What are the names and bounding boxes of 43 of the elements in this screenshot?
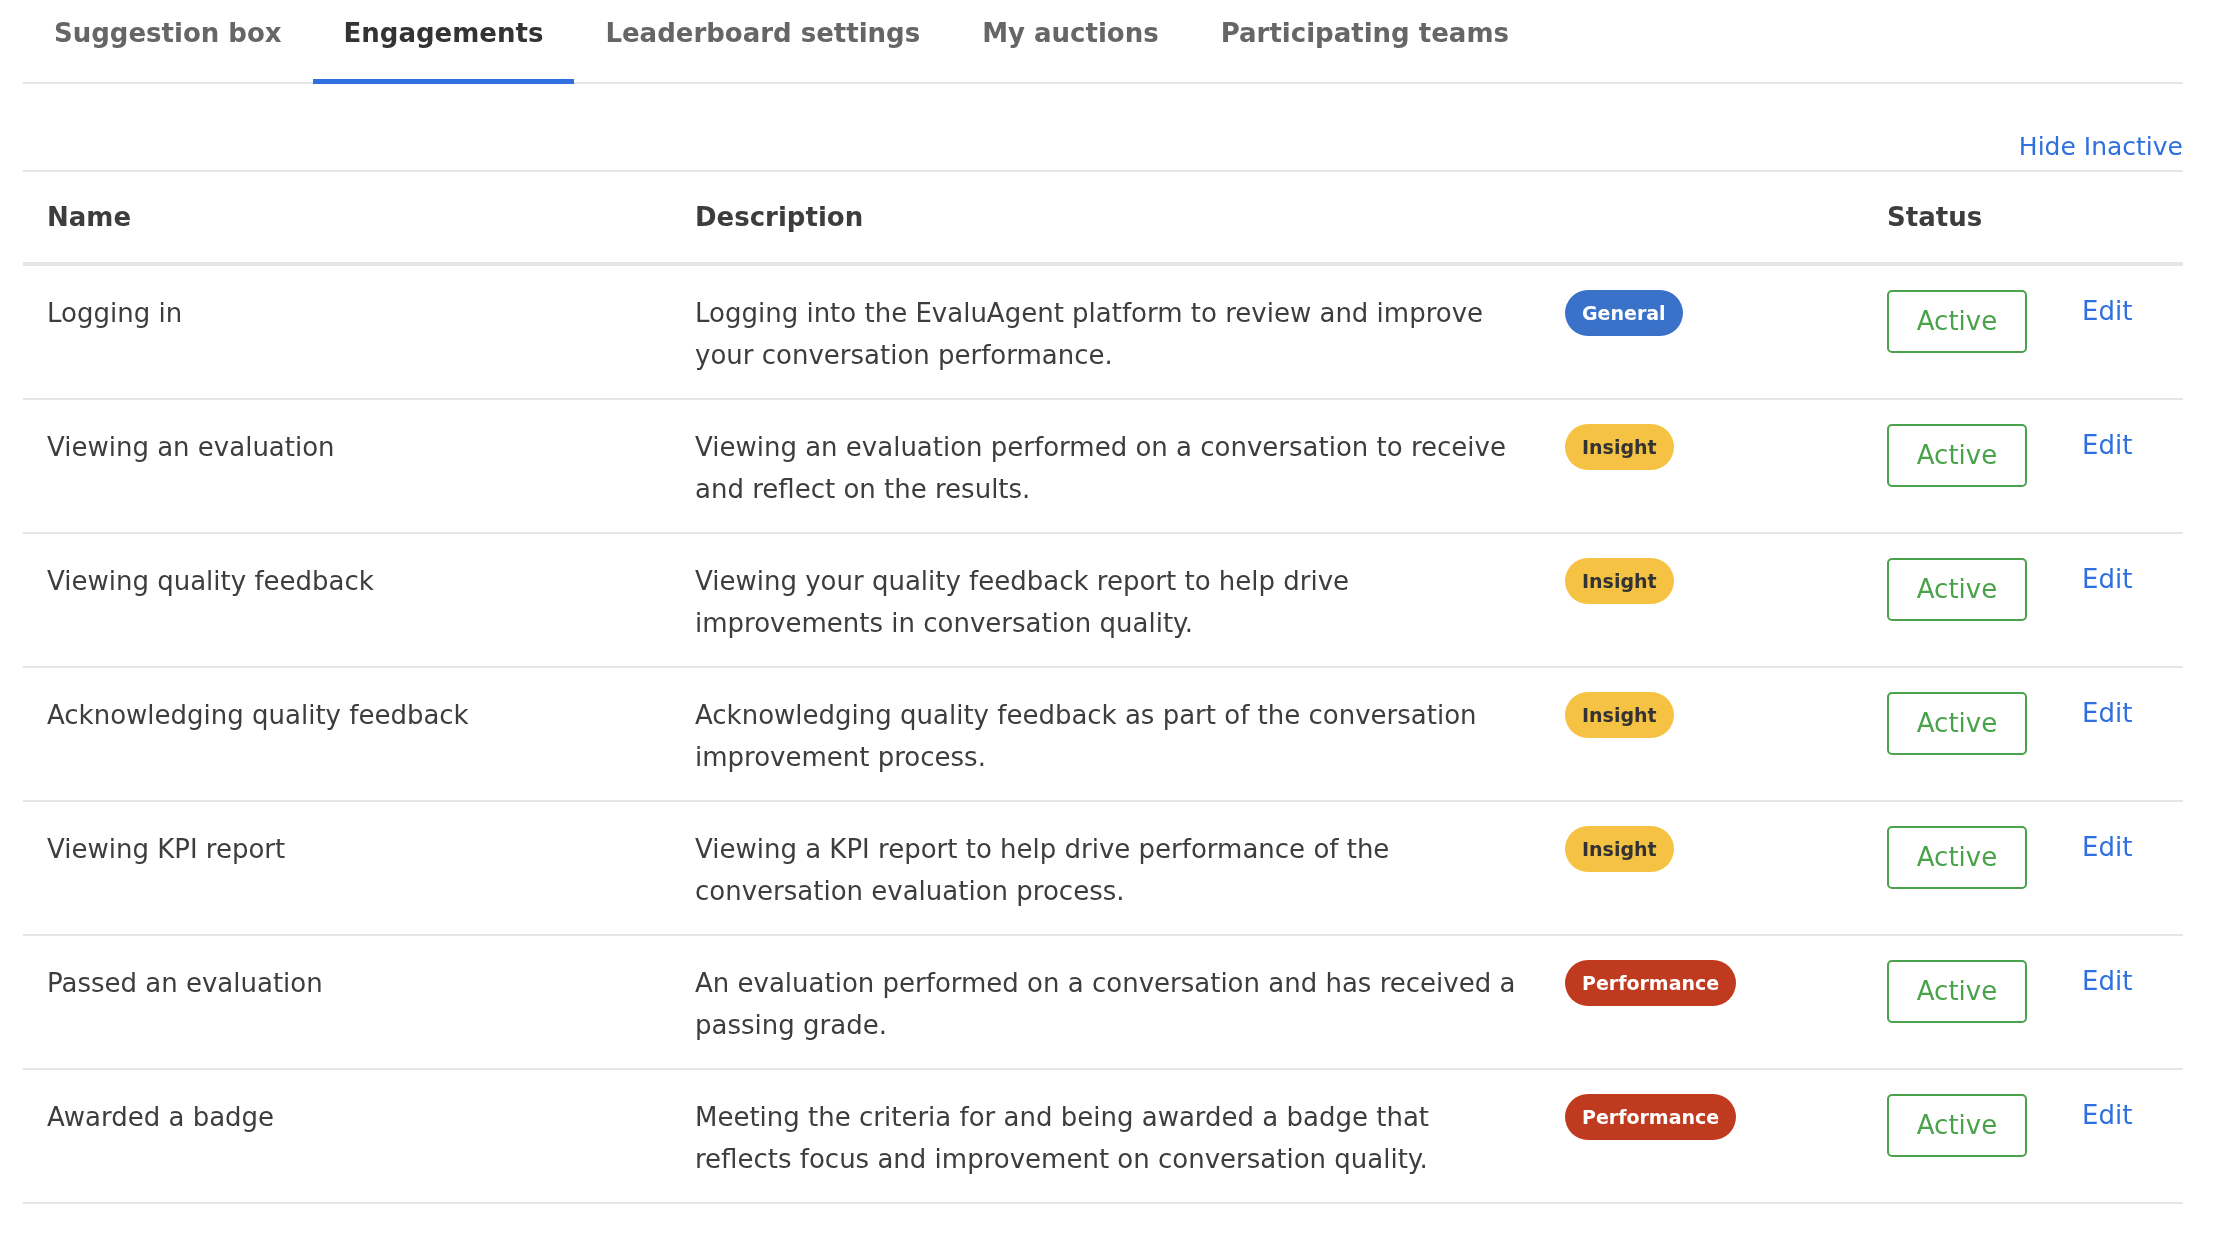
status-button[interactable]: Active xyxy=(1887,289,2027,353)
tab[interactable]: Participating teams xyxy=(1189,0,1540,84)
category-tag: General xyxy=(1565,289,1683,336)
status-button[interactable]: Active xyxy=(1887,959,2027,1023)
status-button[interactable]: Active xyxy=(1887,423,2027,487)
table-cell: Acknowledging quality feedback xyxy=(47,699,469,730)
status-button[interactable]: Active xyxy=(1887,691,2027,755)
tab[interactable]: Suggestion box xyxy=(23,0,313,84)
table-cell: Viewing an evaluation xyxy=(47,431,335,462)
table-cell: Passed an evaluation xyxy=(47,967,323,998)
column-header: Name xyxy=(46,200,133,234)
table-cell-text: Viewing a KPI report to help drive performance of the conversation evaluation process. xyxy=(695,832,1391,908)
category-tag: Performance xyxy=(1565,1093,1737,1140)
table-cell-text: Viewing your quality feedback report to help drive improvements in conversation quality. xyxy=(695,564,1351,640)
edit-link[interactable]: Edit xyxy=(2082,559,2133,599)
edit-link[interactable]: Edit xyxy=(2082,425,2133,465)
status-button[interactable]: Active xyxy=(1887,1093,2027,1157)
column-header: Description xyxy=(694,200,865,234)
column-header: Status xyxy=(1886,200,1984,234)
category-tag: Insight xyxy=(1565,423,1674,470)
edit-link[interactable]: Edit xyxy=(2082,961,2133,1001)
table-cell-text: Viewing an evaluation performed on a conversation to receive and reflect on the results. xyxy=(695,430,1507,506)
category-tag: Insight xyxy=(1565,557,1674,604)
table-cell-text: Acknowledging quality feedback as part of the conversation improvement process. xyxy=(695,698,1478,774)
category-tag: Insight xyxy=(1565,825,1674,872)
tab[interactable]: My auctions xyxy=(951,0,1190,84)
table-cell: Viewing quality feedback xyxy=(47,565,374,596)
edit-link[interactable]: Edit xyxy=(2082,827,2133,867)
edit-link[interactable]: Edit xyxy=(2082,693,2133,733)
edit-link[interactable]: Edit xyxy=(2082,1095,2133,1135)
table-cell-text: Logging into the EvaluAgent platform to review and improve your conversation performance. xyxy=(695,296,1485,372)
status-button[interactable]: Active xyxy=(1887,557,2027,621)
category-tag: Performance xyxy=(1565,959,1737,1006)
table-cell-text: An evaluation performed on a conversation and has received a passing grade. xyxy=(695,966,1517,1042)
category-tag: Insight xyxy=(1565,691,1674,738)
table-cell: Viewing KPI report xyxy=(47,833,286,864)
tab[interactable]: Engagements xyxy=(312,0,575,84)
table-cell: Awarded a badge xyxy=(47,1101,275,1132)
edit-link[interactable]: Edit xyxy=(2082,291,2133,331)
tab[interactable]: Leaderboard settings xyxy=(574,0,952,84)
table-cell: Logging in xyxy=(47,297,183,328)
table-cell-text: Meeting the criteria for and being awarded a badge that reflects focus and improvement on conversation quality. xyxy=(695,1100,1431,1176)
status-button[interactable]: Active xyxy=(1887,825,2027,889)
